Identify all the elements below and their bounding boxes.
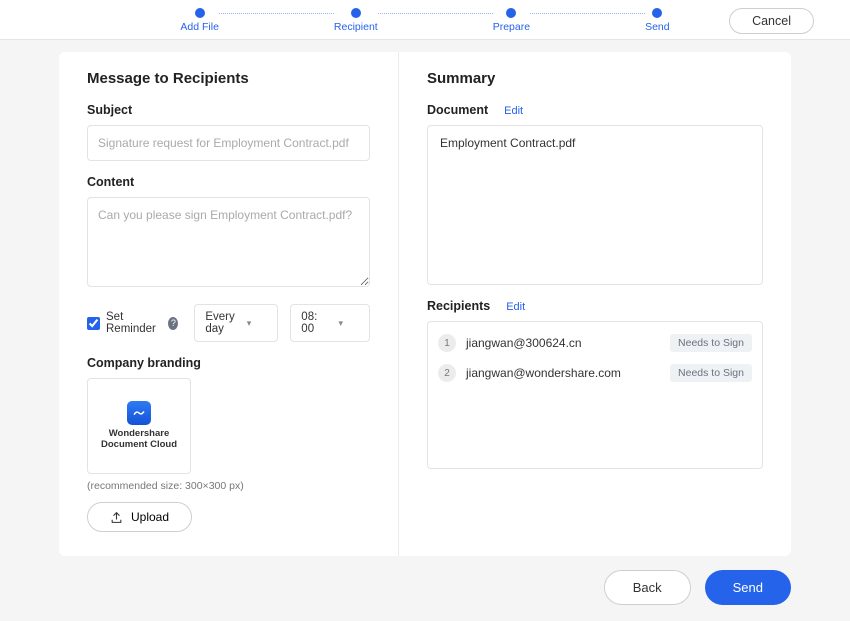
brand-size-hint: (recommended size: 300×300 px) [87, 480, 370, 492]
edit-recipients-link[interactable]: Edit [506, 301, 525, 313]
set-reminder-checkbox[interactable] [87, 317, 100, 330]
summary-pane: Summary Document Edit Employment Contrac… [399, 52, 791, 556]
step-divider [378, 13, 493, 14]
step-recipient[interactable]: Recipient [334, 8, 378, 33]
chevron-down-icon: ▾ [247, 318, 252, 329]
footer: Back Send [59, 570, 791, 605]
step-dot-icon [506, 8, 516, 18]
step-dot-icon [652, 8, 662, 18]
brand-name: Wondershare Document Cloud [101, 429, 177, 451]
recipient-row: 2 jiangwan@wondershare.com Needs to Sign [428, 358, 762, 388]
edit-document-link[interactable]: Edit [504, 105, 523, 117]
message-pane: Message to Recipients Subject Content Se… [59, 52, 399, 556]
recipient-status-badge: Needs to Sign [670, 334, 752, 352]
recipient-number-badge: 2 [438, 364, 456, 382]
step-add-file[interactable]: Add File [180, 8, 219, 33]
recipient-email: jiangwan@wondershare.com [466, 366, 660, 380]
recipients-label: Recipients [427, 299, 490, 313]
brand-preview: Wondershare Document Cloud [87, 378, 191, 474]
upload-icon [110, 511, 123, 524]
recipient-row: 1 jiangwan@300624.cn Needs to Sign [428, 328, 762, 358]
recipient-number-badge: 1 [438, 334, 456, 352]
document-label: Document [427, 103, 488, 117]
chevron-down-icon: ▾ [338, 318, 343, 329]
stepper: Add File Recipient Prepare Send [0, 8, 850, 33]
summary-title: Summary [427, 70, 763, 87]
step-send[interactable]: Send [645, 8, 670, 33]
step-divider [219, 13, 334, 14]
content-label: Content [87, 175, 370, 189]
frequency-select[interactable]: Every day ▾ [194, 304, 278, 342]
main-card: Message to Recipients Subject Content Se… [59, 52, 791, 556]
set-reminder-label: Set Reminder [106, 311, 160, 335]
back-button[interactable]: Back [604, 570, 691, 605]
cancel-button[interactable]: Cancel [729, 8, 814, 34]
content-textarea[interactable] [87, 197, 370, 287]
branding-label: Company branding [87, 356, 370, 370]
message-title: Message to Recipients [87, 70, 370, 87]
document-name: Employment Contract.pdf [440, 136, 750, 150]
recipient-status-badge: Needs to Sign [670, 364, 752, 382]
upload-button[interactable]: Upload [87, 502, 192, 532]
step-divider [530, 13, 645, 14]
wondershare-logo-icon [127, 401, 151, 425]
step-dot-icon [351, 8, 361, 18]
step-dot-icon [195, 8, 205, 18]
send-button[interactable]: Send [705, 570, 791, 605]
reminder-row: Set Reminder ? Every day ▾ 08: 00 ▾ [87, 304, 370, 342]
time-select[interactable]: 08: 00 ▾ [290, 304, 370, 342]
step-prepare[interactable]: Prepare [493, 8, 530, 33]
document-list: Employment Contract.pdf [427, 125, 763, 285]
recipients-list: 1 jiangwan@300624.cn Needs to Sign 2 jia… [427, 321, 763, 469]
recipient-email: jiangwan@300624.cn [466, 336, 660, 350]
subject-input[interactable] [87, 125, 370, 161]
help-icon[interactable]: ? [168, 317, 178, 330]
subject-label: Subject [87, 103, 370, 117]
header: Add File Recipient Prepare Send Cancel [0, 0, 850, 40]
